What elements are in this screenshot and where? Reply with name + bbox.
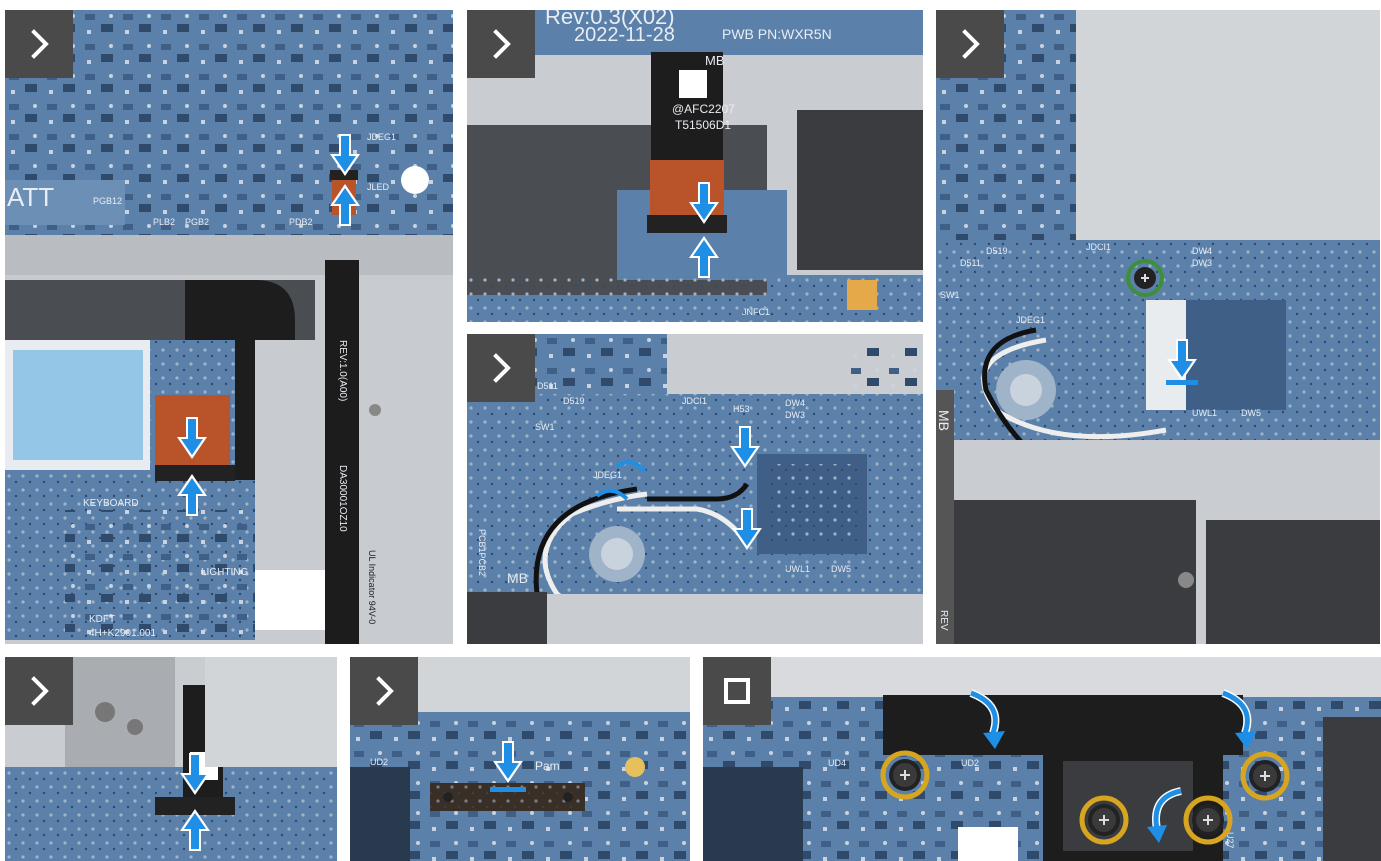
step-1-arrows <box>177 134 360 516</box>
curved-arrow-icon <box>1147 787 1183 843</box>
step-2-arrows <box>689 182 719 278</box>
screw-icon <box>1126 259 1164 297</box>
arrow-up-icon <box>689 236 719 278</box>
screw-icon <box>883 753 927 797</box>
arrow-down-icon <box>177 417 207 459</box>
step-4-panel: D511 D519 SW1 JDCI1 JDEG1 DW4 DW3 UWL1 D… <box>936 10 1380 644</box>
step-1-panel: ATT PGB12 PLB2 PGB2 PDB2 JLED JDEG1 KEYB… <box>5 10 453 644</box>
curved-arrow-icon <box>595 488 629 501</box>
seat-line-icon <box>1166 380 1198 385</box>
seat-line-icon <box>490 787 526 792</box>
step-5-arrows <box>180 753 210 851</box>
arrow-down-icon <box>689 182 719 224</box>
step-3-arrows <box>595 426 762 550</box>
arrow-up-icon <box>330 184 360 226</box>
step-6-panel: UD2 Pam <box>350 657 690 861</box>
step-5-panel <box>5 657 337 861</box>
arrow-down-icon <box>730 426 760 468</box>
screw-icon <box>1082 798 1126 842</box>
step-2-panel: Rev:0.3(X02) 2022-11-28 PWB PN:WXR5N MB … <box>467 10 923 322</box>
step-4-arrows <box>1126 259 1198 385</box>
arrow-up-icon <box>180 809 210 851</box>
arrow-up-icon <box>177 474 207 516</box>
curved-arrow-icon <box>969 689 1005 749</box>
curved-arrow-icon <box>615 460 647 474</box>
step-3-panel: D511 D519 SW1 JDCI1 H53 DW4 DW3 JDEG1 PC… <box>467 334 923 644</box>
screw-icon <box>1243 754 1287 798</box>
arrow-down-icon <box>1167 339 1197 381</box>
arrow-down-icon <box>493 741 523 783</box>
arrow-down-icon <box>732 508 762 550</box>
step-7-panel: UD4 UD2 U27 <box>703 657 1381 861</box>
arrow-down-icon <box>330 134 360 176</box>
arrow-down-icon <box>180 753 210 795</box>
step-7-arrows <box>703 689 1381 861</box>
screw-icon <box>1186 798 1230 842</box>
step-6-arrows <box>490 741 526 792</box>
curved-arrow-icon <box>1221 689 1257 749</box>
